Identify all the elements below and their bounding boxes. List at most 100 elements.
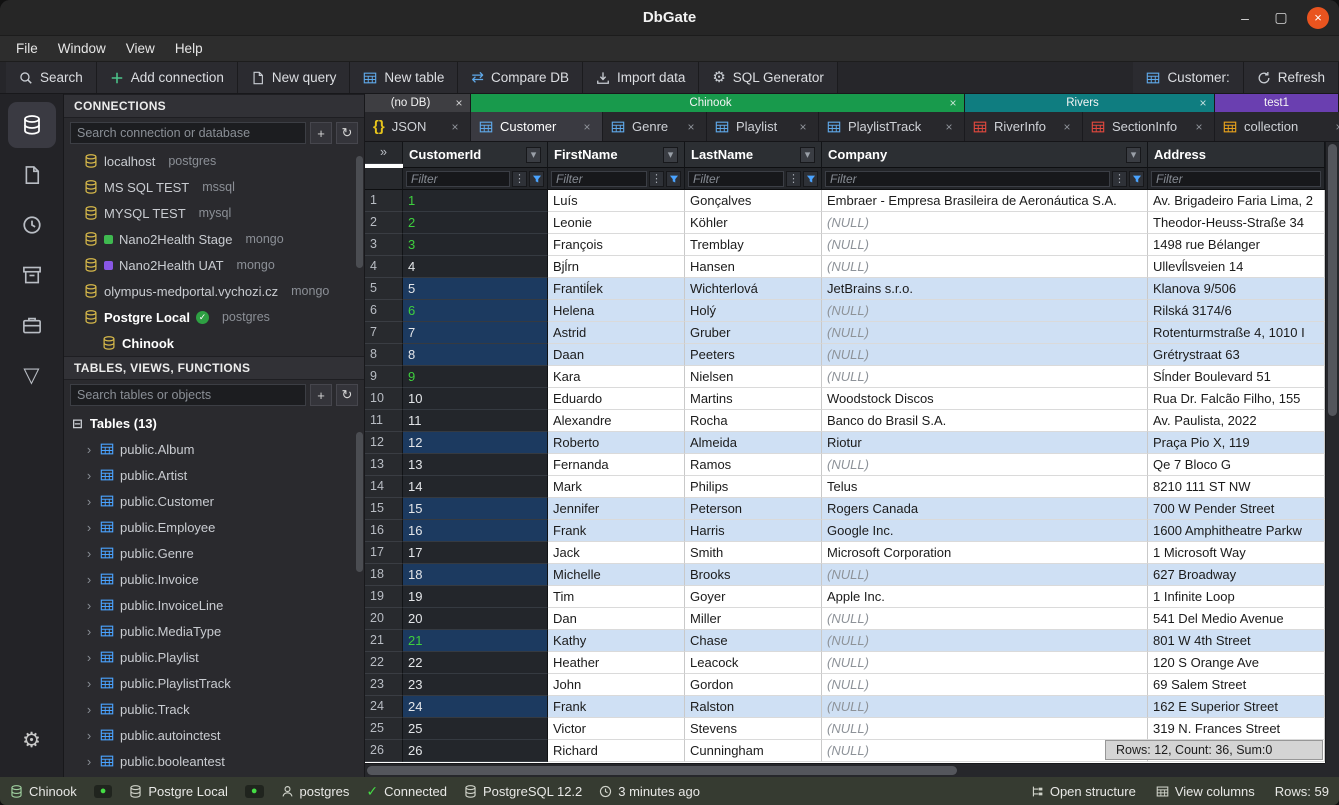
cell-company[interactable]: (NULL) — [822, 630, 1148, 652]
cell-company[interactable]: Rogers Canada — [822, 498, 1148, 520]
table-item-public-playlist[interactable]: ›public.Playlist — [64, 644, 364, 670]
table-item-public-customer[interactable]: ›public.Customer — [64, 488, 364, 514]
status-rows-59[interactable]: Rows: 59 — [1275, 784, 1329, 799]
table-item-public-invoiceline[interactable]: ›public.InvoiceLine — [64, 592, 364, 618]
cell-lastname[interactable]: Smith — [685, 542, 822, 564]
cell-firstname[interactable]: Fernanda — [548, 454, 685, 476]
cell-lastname[interactable]: Chase — [685, 630, 822, 652]
row-number[interactable]: 18 — [365, 564, 403, 586]
cell-firstname[interactable]: Frantiĺek — [548, 278, 685, 300]
row-number[interactable]: 9 — [365, 366, 403, 388]
cell-company[interactable]: Apple Inc. — [822, 586, 1148, 608]
cell-address[interactable]: Grétrystraat 63 — [1148, 344, 1325, 366]
tab-sectioninfo[interactable]: SectionInfo× — [1083, 112, 1215, 141]
row-number[interactable]: 24 — [365, 696, 403, 718]
toolbar-search-button[interactable]: Search — [6, 62, 97, 93]
expand-chevron-icon[interactable]: › — [84, 546, 94, 561]
cell-firstname[interactable]: Kara — [548, 366, 685, 388]
cell-address[interactable]: 1 Microsoft Way — [1148, 542, 1325, 564]
cell-customerid[interactable]: 16 — [403, 520, 548, 542]
toolbar-new-query-button[interactable]: New query — [238, 62, 351, 93]
cell-lastname[interactable]: Miller — [685, 608, 822, 630]
horizontal-scrollbar-thumb[interactable] — [367, 766, 957, 775]
row-number[interactable]: 7 — [365, 322, 403, 344]
column-header-firstname[interactable]: FirstName▾ — [548, 142, 685, 168]
status-postgre-local[interactable]: Postgre Local — [129, 784, 228, 799]
cell-lastname[interactable]: Köhler — [685, 212, 822, 234]
column-dropdown-icon[interactable]: ▾ — [800, 147, 815, 163]
cell-lastname[interactable]: Goyer — [685, 586, 822, 608]
tab-playlisttrack[interactable]: PlaylistTrack× — [819, 112, 965, 141]
cell-firstname[interactable]: Dan — [548, 608, 685, 630]
cell-address[interactable]: 1498 rue Bélanger — [1148, 234, 1325, 256]
row-number[interactable]: 23 — [365, 674, 403, 696]
close-tab-icon[interactable]: × — [448, 120, 462, 134]
cell-firstname[interactable]: Alexandre — [548, 410, 685, 432]
cell-firstname[interactable]: Bjĺrn — [548, 256, 685, 278]
cell-firstname[interactable]: François — [548, 234, 685, 256]
table-item-public-invoice[interactable]: ›public.Invoice — [64, 566, 364, 592]
cell-address[interactable]: 1 Infinite Loop — [1148, 586, 1325, 608]
row-number[interactable]: 20 — [365, 608, 403, 630]
row-number[interactable]: 25 — [365, 718, 403, 740]
horizontal-scrollbar[interactable] — [365, 763, 1325, 777]
row-number[interactable]: 21 — [365, 630, 403, 652]
expand-chevron-icon[interactable]: › — [84, 754, 94, 769]
cell-firstname[interactable]: Daan — [548, 344, 685, 366]
minimize-button[interactable]: – — [1235, 10, 1255, 26]
row-number[interactable]: 19 — [365, 586, 403, 608]
row-number[interactable]: 26 — [365, 740, 403, 762]
cell-company[interactable]: Google Inc. — [822, 520, 1148, 542]
cell-customerid[interactable]: 21 — [403, 630, 548, 652]
cell-company[interactable]: (NULL) — [822, 564, 1148, 586]
cell-firstname[interactable]: Mark — [548, 476, 685, 498]
cell-customerid[interactable]: 11 — [403, 410, 548, 432]
row-number[interactable]: 2 — [365, 212, 403, 234]
cell-customerid[interactable]: 14 — [403, 476, 548, 498]
row-number[interactable]: 14 — [365, 476, 403, 498]
close-tab-icon[interactable]: × — [1060, 120, 1074, 134]
column-dropdown-icon[interactable]: ▾ — [1126, 147, 1141, 163]
close-button[interactable]: × — [1307, 7, 1329, 29]
activitybar-filter-button[interactable]: ▽ — [8, 352, 56, 398]
activitybar-files-button[interactable] — [8, 152, 56, 198]
filter-menu-icon[interactable]: ⋮ — [649, 171, 664, 187]
cell-address[interactable]: 801 W 4th Street — [1148, 630, 1325, 652]
table-search-input[interactable] — [70, 384, 306, 406]
cell-company[interactable]: (NULL) — [822, 652, 1148, 674]
cell-lastname[interactable]: Gonçalves — [685, 190, 822, 212]
activitybar-apps-button[interactable] — [8, 302, 56, 348]
cell-lastname[interactable]: Almeida — [685, 432, 822, 454]
cell-address[interactable]: 120 S Orange Ave — [1148, 652, 1325, 674]
expand-chevron-icon[interactable]: › — [84, 494, 94, 509]
cell-lastname[interactable]: Leacock — [685, 652, 822, 674]
status-postgres[interactable]: postgres — [281, 784, 350, 799]
cell-address[interactable]: 162 E Superior Street — [1148, 696, 1325, 718]
cell-firstname[interactable]: Eduardo — [548, 388, 685, 410]
activitybar-history-button[interactable] — [8, 202, 56, 248]
refresh-tables-button[interactable]: ↻ — [336, 384, 358, 406]
cell-company[interactable]: (NULL) — [822, 256, 1148, 278]
cell-firstname[interactable]: Jack — [548, 542, 685, 564]
db-tab-no-db[interactable]: (no DB)× — [365, 94, 471, 112]
expand-chevron-icon[interactable]: › — [84, 598, 94, 613]
cell-lastname[interactable]: Martins — [685, 388, 822, 410]
connection-item-postgre-local[interactable]: Postgre Local✓postgres — [64, 304, 364, 330]
cell-lastname[interactable]: Stevens — [685, 718, 822, 740]
grid-corner-expand[interactable]: » — [365, 142, 403, 164]
expand-chevron-icon[interactable]: › — [84, 728, 94, 743]
filter-input-address[interactable] — [1151, 171, 1321, 187]
close-tab-icon[interactable]: × — [946, 96, 960, 110]
filter-menu-icon[interactable]: ⋮ — [512, 171, 527, 187]
row-number[interactable]: 4 — [365, 256, 403, 278]
expand-chevron-icon[interactable]: › — [84, 520, 94, 535]
cell-company[interactable]: Banco do Brasil S.A. — [822, 410, 1148, 432]
row-number[interactable]: 12 — [365, 432, 403, 454]
row-number[interactable]: 22 — [365, 652, 403, 674]
cell-customerid[interactable]: 6 — [403, 300, 548, 322]
cell-company[interactable]: Embraer - Empresa Brasileira de Aeronáut… — [822, 190, 1148, 212]
filter-funnel-icon[interactable] — [803, 171, 818, 187]
tables-scrollbar[interactable] — [356, 432, 363, 572]
cell-address[interactable]: Theodor-Heuss-Straße 34 — [1148, 212, 1325, 234]
cell-address[interactable]: 319 N. Frances Street — [1148, 718, 1325, 740]
